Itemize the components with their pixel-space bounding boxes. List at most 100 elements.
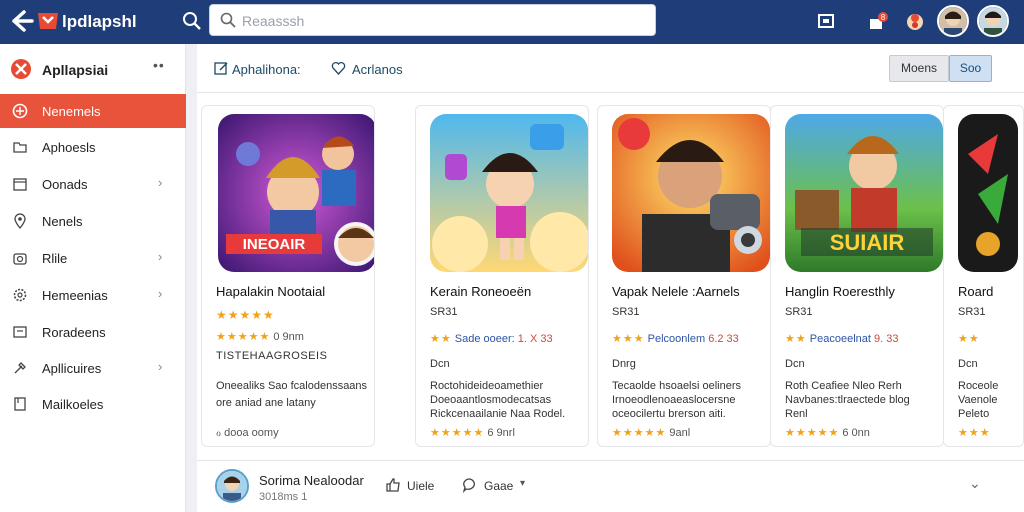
sidebar-item-hemeenias[interactable]: Hemeenias ›	[0, 278, 186, 312]
app-description: Rickcenaailanie Naa Rodel.	[430, 408, 566, 420]
comment-button[interactable]: Gaae	[484, 479, 513, 493]
sidebar-item-nenels[interactable]: Nenels	[0, 204, 186, 238]
thumbs-up-icon[interactable]	[385, 477, 401, 493]
card-footer: ★★★★★ 6 9nrl	[430, 427, 515, 439]
search-icon[interactable]	[182, 11, 202, 31]
app-meta: SR31	[958, 306, 986, 318]
app-description: Roth Ceafiee Nleo Rerh	[785, 380, 902, 392]
search-placeholder: Reaasssh	[242, 13, 305, 29]
folder-icon	[12, 139, 28, 155]
screen-icon[interactable]	[816, 11, 836, 31]
rating-row: ★★★★★ 0 9nm	[216, 331, 304, 343]
app-description: Navbanes:tlraectede blog	[785, 394, 910, 406]
app-meta: SR31	[612, 306, 640, 318]
search-input[interactable]: Reaasssh	[209, 4, 656, 36]
notification-icon[interactable]: 8	[868, 11, 888, 31]
avatar[interactable]	[977, 5, 1009, 37]
card-footer: ★★★	[958, 427, 991, 439]
app-description: Irnoeodlenoaeaslocersne	[612, 394, 736, 406]
app-meta: SR31	[785, 306, 813, 318]
brand-logo-icon	[10, 58, 32, 80]
app-description: Peleto	[958, 408, 990, 420]
game-artwork	[430, 114, 588, 272]
app-description: Doeoaantlosmodecatsas	[430, 394, 552, 406]
chevron-down-icon[interactable]: ⌄	[969, 475, 981, 492]
main-panel: Aphalihona: Acrlanos Moens Soo INEOAIR H…	[197, 44, 1024, 512]
sidebar-item-label: Mailkoeles	[42, 397, 104, 412]
rating-row: ★★	[958, 333, 980, 345]
chevron-right-icon: ›	[158, 175, 163, 190]
app-description: Renl	[785, 408, 808, 420]
app-card[interactable]: Kerain Roneoeën SR31 ★★ Sade ooeer: 1. X…	[415, 105, 589, 447]
sidebar-item-mailkoeles[interactable]: Mailkoeles	[0, 387, 186, 421]
app-title: lpdlapshl	[62, 12, 137, 31]
heart-icon	[331, 61, 346, 76]
search-icon	[220, 12, 236, 28]
sidebar-header: Apllapsiai ••	[0, 44, 186, 94]
chevron-right-icon: ›	[158, 286, 163, 301]
sidebar-item-label: Oonads	[42, 177, 88, 192]
sidebar-item-label: Nenemels	[42, 104, 101, 119]
card-footer: ★★★★★ 9anl	[612, 427, 691, 439]
app-description: Oneealiks Sao fcalodenssaans	[216, 380, 368, 392]
app-meta: Dnrg	[612, 358, 636, 370]
settings-icon	[12, 360, 28, 376]
moens-button[interactable]: Moens	[889, 55, 949, 82]
back-arrow-icon[interactable]	[8, 8, 34, 34]
app-meta: Dcn	[958, 358, 978, 370]
game-artwork: INEOAIR	[218, 114, 374, 272]
sidebar-item-oonads[interactable]: Oonads ›	[0, 167, 186, 201]
app-card[interactable]: Vapak Nelele :Aarnels SR31 ★★★ Pelcoonle…	[597, 105, 771, 447]
app-description: oceocilertu brerson aiti.	[612, 408, 726, 420]
sidebar-item-aphoesls[interactable]: Aphoesls	[0, 130, 186, 164]
app-description: Vaenole	[958, 394, 998, 406]
app-meta: TISTEHAAGROSEIS	[216, 350, 328, 362]
soo-button[interactable]: Soo	[949, 55, 992, 82]
sidebar-item-label: Roradeens	[42, 325, 106, 340]
avatar[interactable]	[215, 469, 249, 503]
calendar-icon	[12, 176, 28, 192]
sidebar-item-apllicuires[interactable]: Apllicuires ›	[0, 351, 186, 385]
notification-badge: 8	[881, 13, 886, 22]
app-title: Hapalakin Nootaial	[216, 284, 326, 299]
location-icon	[12, 213, 28, 230]
gear-icon	[12, 287, 28, 303]
post-footer: Sorima Nealoodar 3018ms 1 Uiele Gaae ▾ ⌄	[197, 460, 1024, 512]
avatar[interactable]	[937, 5, 969, 37]
main-header: Aphalihona: Acrlanos Moens Soo	[197, 44, 1024, 93]
more-icon[interactable]: ••	[153, 57, 165, 73]
app-card[interactable]: INEOAIR Hapalakin Nootaial ★★★★★ ★★★★★ 0…	[201, 105, 375, 447]
game-artwork	[612, 114, 770, 272]
tab-aphalihona[interactable]: Aphalihona:	[232, 62, 301, 77]
game-artwork	[958, 114, 1018, 272]
tag-icon	[12, 324, 28, 340]
sidebar-item-label: Hemeenias	[42, 288, 108, 303]
app-title: Roard	[958, 284, 994, 299]
comment-icon[interactable]	[462, 477, 478, 494]
rating-row: ★★ Peacoeelnat 9. 33	[785, 333, 899, 345]
app-title: Kerain Roneoeën	[430, 284, 532, 299]
card-footer: ℴ dooa oomy	[216, 427, 279, 439]
sidebar-item-rlile[interactable]: Rlile ›	[0, 241, 186, 275]
sidebar-item-roradeens[interactable]: Roradeens	[0, 315, 186, 349]
sidebar-item-label: Rlile	[42, 251, 68, 266]
rating-row: ★★★ Pelcoonlem 6.2 33	[612, 333, 739, 345]
chevron-right-icon: ›	[158, 249, 163, 264]
rating-row: ★★ Sade ooeer: 1. X 33	[430, 333, 553, 345]
sidebar: Apllapsiai •• Nenemels Aphoesls Oonads ›…	[0, 44, 186, 512]
sidebar-brand: Apllapsiai	[42, 62, 109, 78]
art-title: SUIAIR	[830, 230, 905, 255]
author-meta: 3018ms 1	[259, 491, 308, 503]
app-card[interactable]: Roard SR31 ★★ Dcn Roceole Vaenole Peleto…	[943, 105, 1024, 447]
app-card[interactable]: SUIAIR Hanglin Roeresthly SR31 ★★ Peacoe…	[770, 105, 944, 447]
like-button[interactable]: Uiele	[407, 479, 434, 493]
author-name[interactable]: Sorima Nealoodar	[259, 473, 364, 488]
sidebar-item-nenemels[interactable]: Nenemels	[0, 94, 186, 128]
app-title: Hanglin Roeresthly	[785, 284, 895, 299]
app-description: ore aniad ane latany	[216, 397, 316, 409]
top-bar: lpdlapshl Reaasssh 8	[0, 0, 1024, 44]
game-icon[interactable]	[904, 11, 924, 31]
app-description: Tecaolde hsoaelsi oeliners	[612, 380, 742, 392]
tab-acrlanos[interactable]: Acrlanos	[352, 62, 403, 77]
dropdown-caret-icon[interactable]: ▾	[520, 478, 525, 489]
